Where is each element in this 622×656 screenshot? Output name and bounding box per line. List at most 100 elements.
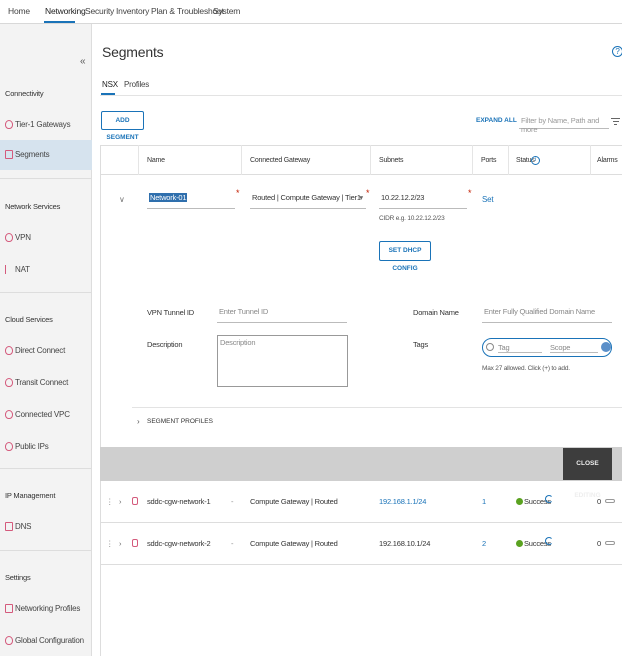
nav-tab-security[interactable]: Security: [85, 6, 114, 16]
column-separator: [138, 145, 139, 175]
sidebar-item-segments[interactable]: Segments: [0, 140, 92, 170]
sidebar-item-tier1-gateways[interactable]: Tier-1 Gateways: [0, 110, 92, 140]
domain-name-label: Domain Name: [413, 308, 459, 317]
nav-tab-home[interactable]: Home: [8, 6, 30, 16]
segment-gateway: Compute Gateway | Routed: [250, 539, 338, 548]
sidebar-item-vpn[interactable]: VPN: [0, 223, 92, 253]
sidebar-item-label: Tier-1 Gateways: [15, 120, 71, 129]
success-status-icon: [516, 540, 523, 547]
segment-gateway: Compute Gateway | Routed: [250, 497, 338, 506]
help-icon[interactable]: ?: [612, 46, 622, 57]
collapse-sidebar-icon[interactable]: «: [80, 56, 86, 67]
alarm-count: 0: [597, 539, 601, 548]
connected-gateway-select[interactable]: Routed | Compute Gateway | Tier1 ▾: [250, 193, 366, 209]
column-separator: [590, 145, 591, 175]
column-separator: [241, 145, 242, 175]
dns-icon: [5, 522, 13, 531]
column-header-alarms[interactable]: Alarms: [597, 157, 618, 164]
sidebar-item-label: Global Configuration: [15, 636, 84, 645]
set-dhcp-config-button[interactable]: SET DHCP CONFIG: [379, 241, 431, 272]
sidebar-item-label: Segments: [15, 150, 50, 159]
add-tag-icon[interactable]: [601, 342, 611, 352]
table-row[interactable]: ⋮ › sddc-cgw-network-1 - Compute Gateway…: [100, 481, 622, 523]
segment-dash: -: [231, 497, 234, 506]
cidr-hint: CIDR e.g. 10.22.12.2/23: [379, 215, 445, 222]
column-header-gateway[interactable]: Connected Gateway: [250, 157, 310, 164]
domain-name-input[interactable]: Enter Fully Qualified Domain Name: [482, 307, 612, 323]
segment-profiles-toggle[interactable]: SEGMENT PROFILES: [147, 418, 213, 425]
sidebar: « Connectivity Tier-1 Gateways Segments …: [0, 24, 92, 656]
ports-set-link[interactable]: Set: [482, 195, 494, 204]
tag-input-group: Tag Scope: [482, 338, 612, 357]
filter-icon[interactable]: [611, 116, 620, 125]
sidebar-divider: [0, 292, 92, 293]
filter-input[interactable]: Filter by Name, Path and more: [519, 114, 609, 134]
sidebar-divider: [0, 178, 92, 179]
sidebar-section-connectivity: Connectivity: [5, 89, 44, 98]
sidebar-divider: [0, 468, 92, 469]
segment-subnet-link[interactable]: 192.168.1.1/24: [379, 497, 426, 506]
alarm-bar-icon: [605, 541, 615, 545]
nav-tab-networking[interactable]: Networking: [45, 6, 86, 16]
sidebar-item-transit-connect[interactable]: Transit Connect: [0, 368, 92, 398]
required-marker: *: [468, 188, 472, 198]
segments-table: [100, 145, 622, 656]
tab-profiles[interactable]: Profiles: [124, 80, 149, 89]
required-marker: *: [366, 188, 370, 198]
add-segment-button[interactable]: ADD SEGMENT: [101, 111, 144, 141]
segment-dash: -: [231, 539, 234, 548]
vpn-tunnel-label: VPN Tunnel ID: [147, 308, 195, 317]
column-header-name[interactable]: Name: [147, 157, 165, 164]
sidebar-item-global-configuration[interactable]: Global Configuration: [0, 626, 92, 656]
sidebar-item-public-ips[interactable]: Public IPs: [0, 432, 92, 462]
sidebar-item-networking-profiles[interactable]: Networking Profiles: [0, 594, 92, 624]
connected-vpc-icon: [5, 410, 13, 419]
status-info-icon[interactable]: i: [531, 156, 540, 165]
table-row[interactable]: ⋮ › sddc-cgw-network-2 - Compute Gateway…: [100, 523, 622, 565]
column-header-ports[interactable]: Ports: [481, 157, 497, 164]
refresh-icon[interactable]: [545, 537, 553, 545]
description-textarea[interactable]: Description: [217, 335, 348, 387]
nav-tab-system[interactable]: System: [213, 6, 240, 16]
collapse-row-chevron-icon[interactable]: ∨: [119, 195, 125, 204]
expand-all-link[interactable]: EXPAND ALL: [476, 117, 517, 124]
scope-input[interactable]: Scope: [550, 343, 598, 353]
sidebar-item-direct-connect[interactable]: Direct Connect: [0, 336, 92, 366]
segment-profiles-chevron-icon[interactable]: ›: [137, 417, 140, 426]
refresh-icon[interactable]: [545, 495, 553, 503]
close-editing-button[interactable]: CLOSE EDITING: [563, 448, 612, 499]
transit-connect-icon: [5, 378, 13, 387]
vpn-tunnel-input[interactable]: Enter Tunnel ID: [217, 307, 347, 323]
subnet-value: 10.22.12.2/23: [381, 193, 425, 202]
column-separator: [508, 145, 509, 175]
tab-nsx[interactable]: NSX: [102, 80, 118, 89]
row-actions-kebab-icon[interactable]: ⋮: [106, 497, 114, 506]
sidebar-item-label: Direct Connect: [15, 346, 66, 355]
sidebar-item-label: VPN: [15, 233, 31, 242]
nat-icon: [5, 265, 13, 274]
segment-name-input[interactable]: Network-01: [147, 193, 235, 209]
alarm-count: 0: [597, 497, 601, 506]
sidebar-item-connected-vpc[interactable]: Connected VPC: [0, 400, 92, 430]
subnets-input[interactable]: 10.22.12.2/23: [379, 193, 467, 209]
tag-input[interactable]: Tag: [498, 343, 542, 353]
networking-profile-icon: [5, 604, 13, 613]
sidebar-section-network-services: Network Services: [5, 202, 61, 211]
expand-row-chevron-icon[interactable]: ›: [119, 539, 122, 548]
global-config-icon: [5, 636, 13, 645]
segment-ports-link[interactable]: 2: [482, 539, 486, 548]
column-header-subnets[interactable]: Subnets: [379, 157, 403, 164]
nav-tab-inventory[interactable]: Inventory: [116, 6, 149, 16]
segment-ports-link[interactable]: 1: [482, 497, 486, 506]
segment-type-icon: [132, 539, 138, 548]
sidebar-item-label: Connected VPC: [15, 410, 70, 419]
row-actions-kebab-icon[interactable]: ⋮: [106, 539, 114, 548]
sidebar-item-nat[interactable]: NAT: [0, 255, 92, 285]
sidebar-divider: [0, 550, 92, 551]
sidebar-item-label: Transit Connect: [15, 378, 69, 387]
expand-row-chevron-icon[interactable]: ›: [119, 497, 122, 506]
segment-subnet: 192.168.10.1/24: [379, 539, 431, 548]
sidebar-section-settings: Settings: [5, 573, 31, 582]
sidebar-item-dns[interactable]: DNS: [0, 512, 92, 542]
segment-name-value: Network-01: [149, 193, 188, 202]
